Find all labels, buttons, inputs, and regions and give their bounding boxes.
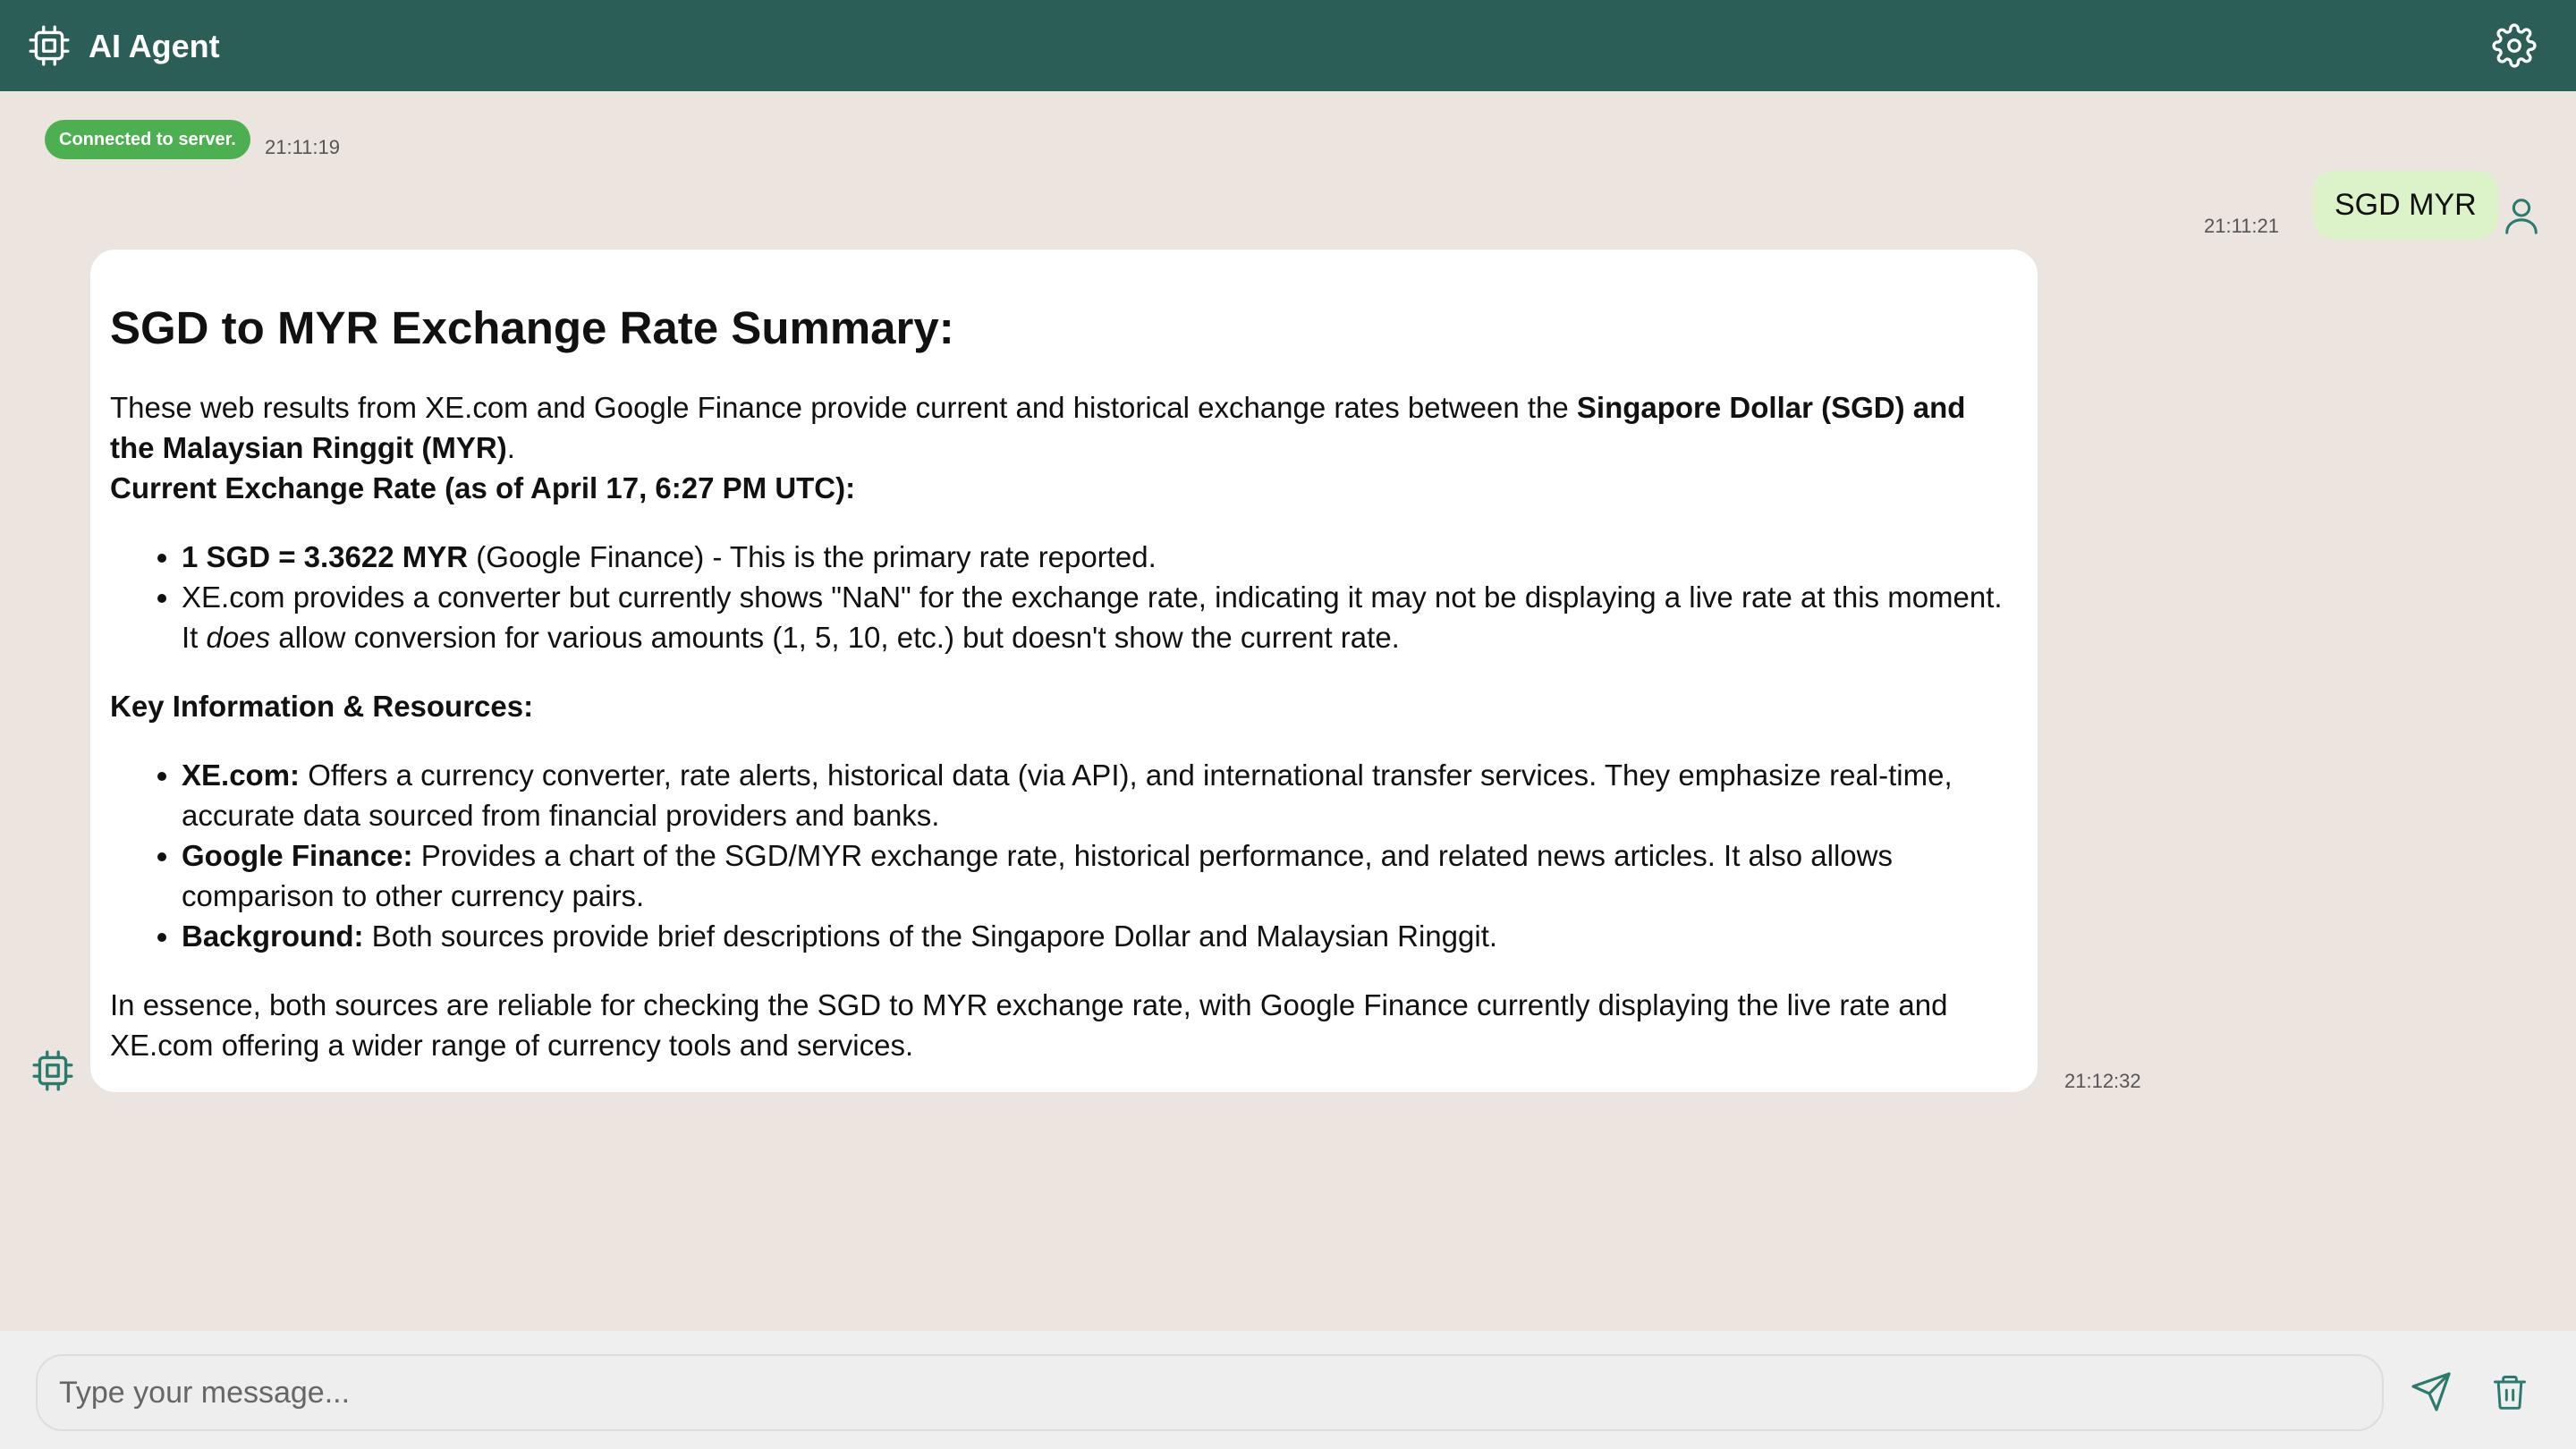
list-item: 1 SGD = 3.3622 MYR (Google Finance) - Th… bbox=[182, 537, 2018, 577]
intro-end: . bbox=[506, 431, 515, 464]
app-header: AI Agent bbox=[0, 0, 2576, 91]
status-timestamp: 21:11:19 bbox=[265, 136, 341, 158]
user-icon bbox=[2505, 199, 2538, 234]
list-item: Background: Both sources provide brief d… bbox=[182, 916, 2018, 956]
agent-message-timestamp: 21:12:32 bbox=[2064, 1070, 2141, 1092]
bullet-text: Offers a currency converter, rate alerts… bbox=[182, 758, 1953, 832]
cpu-chip-icon bbox=[29, 25, 70, 66]
rate-text: (Google Finance) - This is the primary r… bbox=[468, 540, 1157, 573]
user-message-timestamp: 21:11:21 bbox=[2204, 215, 2280, 237]
xe-note-text-b: allow conversion for various amounts (1,… bbox=[270, 621, 1400, 654]
bullet-bold: Background: bbox=[182, 919, 364, 953]
key-info-heading: Key Information & Resources: bbox=[110, 686, 2018, 726]
intro-paragraph: These web results from XE.com and Google… bbox=[110, 387, 2018, 468]
bullet-bold: Google Finance: bbox=[182, 839, 413, 872]
bullet-text: Both sources provide brief descriptions … bbox=[363, 919, 1498, 953]
key-info-list: XE.com: Offers a currency converter, rat… bbox=[110, 755, 2018, 956]
agent-message-bubble: SGD to MYR Exchange Rate Summary: These … bbox=[90, 250, 2038, 1092]
conclusion-paragraph: In essence, both sources are reliable fo… bbox=[110, 988, 1948, 1062]
connection-status-badge: Connected to server. bbox=[45, 120, 250, 159]
xe-note-italic: does bbox=[206, 621, 271, 654]
rate-bold: 1 SGD = 3.3622 MYR bbox=[182, 540, 469, 573]
send-icon[interactable] bbox=[2410, 1370, 2453, 1413]
cpu-chip-icon bbox=[32, 1050, 73, 1091]
list-item: Google Finance: Provides a chart of the … bbox=[182, 835, 2018, 916]
current-rate-heading-text: Current Exchange Rate (as of April 17, 6… bbox=[110, 471, 856, 504]
current-rate-list: 1 SGD = 3.3622 MYR (Google Finance) - Th… bbox=[110, 537, 2018, 657]
summary-heading: SGD to MYR Exchange Rate Summary: bbox=[110, 302, 954, 353]
current-rate-heading: Current Exchange Rate (as of April 17, 6… bbox=[110, 468, 2018, 508]
key-info-heading-text: Key Information & Resources: bbox=[110, 690, 534, 723]
app-title: AI Agent bbox=[89, 28, 220, 64]
message-input[interactable] bbox=[36, 1354, 2384, 1431]
trash-icon[interactable] bbox=[2490, 1370, 2529, 1413]
gear-icon[interactable] bbox=[2492, 23, 2537, 68]
list-item: XE.com provides a converter but currentl… bbox=[182, 577, 2018, 657]
bullet-text: Provides a chart of the SGD/MYR exchange… bbox=[182, 839, 1893, 912]
bullet-bold: XE.com: bbox=[182, 758, 301, 792]
intro-text: These web results from XE.com and Google… bbox=[110, 391, 1577, 424]
list-item: XE.com: Offers a currency converter, rat… bbox=[182, 755, 2018, 835]
user-message-bubble: SGD MYR bbox=[2313, 171, 2498, 239]
